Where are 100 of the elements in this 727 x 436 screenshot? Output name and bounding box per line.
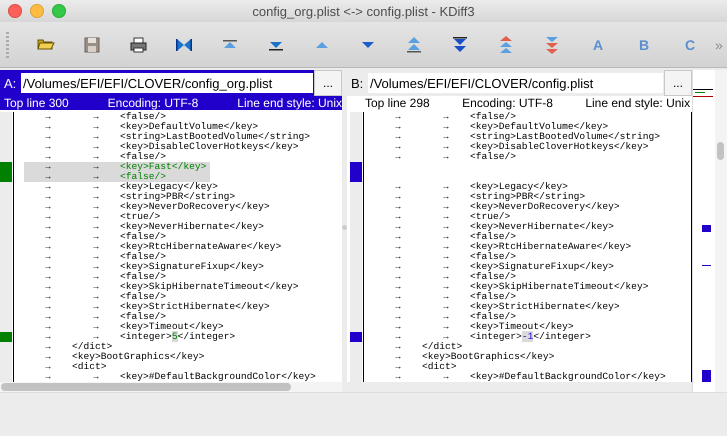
encoding-text: Encoding: UTF-8 [108, 96, 198, 110]
tab-marker: → [44, 142, 52, 152]
code-line: <false/> [120, 112, 166, 122]
close-button[interactable] [8, 4, 22, 18]
tab-marker: → [92, 302, 100, 312]
pane-label: A: [3, 76, 18, 90]
tab-marker: → [394, 322, 402, 332]
tab-marker: → [394, 252, 402, 262]
code-line: <string>PBR</string> [120, 192, 236, 202]
vertical-scrollbar[interactable] [715, 70, 727, 392]
pane-label: B: [350, 76, 364, 90]
tab-marker: → [394, 312, 402, 322]
tab-marker: → [394, 362, 402, 372]
tab-marker: → [442, 252, 450, 262]
code-line: <integer>-1</integer> [470, 332, 591, 342]
browse-button[interactable]: ... [664, 70, 692, 96]
tab-marker: → [44, 262, 52, 272]
tab-marker: → [394, 302, 402, 312]
tab-marker: → [44, 282, 52, 292]
tab-marker: → [92, 212, 100, 222]
code-line: <false/> [120, 172, 166, 182]
zoom-button[interactable] [52, 4, 66, 18]
encoding-text: Encoding: UTF-8 [462, 96, 553, 110]
code-line: <key>RtcHibernateAware</key> [120, 242, 282, 252]
tab-marker: → [394, 152, 402, 162]
tab-marker: → [92, 132, 100, 142]
tab-marker: → [44, 112, 52, 122]
line-end-text: Line end style: Unix [237, 96, 342, 110]
double-triangle-up-icon[interactable] [404, 34, 424, 54]
tab-marker: → [394, 352, 402, 362]
code-line: <false/> [470, 112, 516, 122]
tab-marker: → [92, 202, 100, 212]
tab-marker: → [394, 262, 402, 272]
tab-marker: → [44, 302, 52, 312]
tab-marker: → [44, 152, 52, 162]
toolbar-grip-icon[interactable] [6, 32, 9, 58]
tab-marker: → [92, 272, 100, 282]
tab-marker: → [394, 232, 402, 242]
tab-marker: → [44, 202, 52, 212]
tab-marker: → [442, 242, 450, 252]
tab-marker: → [92, 172, 100, 182]
tab-marker: → [394, 332, 402, 342]
code-line: </dict> [72, 342, 112, 352]
tab-marker: → [442, 222, 450, 232]
tab-marker: → [44, 352, 52, 362]
code-line: <key>#DefaultBackgroundColor</key> [120, 372, 316, 382]
tab-marker: → [442, 192, 450, 202]
double-triangle-down-icon[interactable] [450, 34, 470, 54]
tab-marker: → [442, 112, 450, 122]
tab-marker: → [394, 112, 402, 122]
tab-marker: → [394, 222, 402, 232]
tab-marker: → [92, 262, 100, 272]
tab-marker: → [44, 272, 52, 282]
tab-marker: → [394, 242, 402, 252]
path-field[interactable]: /Volumes/EFI/EFI/CLOVER/config.plist [368, 73, 663, 93]
tab-marker: → [44, 232, 52, 242]
tab-marker: → [92, 122, 100, 132]
code-line: <false/> [120, 272, 166, 282]
save-icon[interactable] [82, 34, 102, 54]
tab-marker: → [92, 222, 100, 232]
tab-marker: → [394, 142, 402, 152]
horizontal-scrollbar[interactable] [1, 383, 291, 392]
code-line: <true/> [120, 212, 160, 222]
tab-marker: → [92, 162, 100, 172]
tab-marker: → [442, 142, 450, 152]
browse-button[interactable]: ... [314, 70, 342, 96]
code-line: <false/> [120, 292, 166, 302]
tab-marker: → [92, 312, 100, 322]
tab-marker: → [44, 342, 52, 352]
tab-marker: → [92, 252, 100, 262]
path-field[interactable]: /Volumes/EFI/EFI/CLOVER/config_org.plist [21, 73, 313, 93]
tab-marker: → [394, 122, 402, 132]
code-line: <key>RtcHibernateAware</key> [470, 242, 632, 252]
printer-icon[interactable] [128, 34, 148, 54]
tab-marker: → [92, 142, 100, 152]
code-line: <key>Legacy</key> [470, 182, 568, 192]
tab-marker: → [394, 212, 402, 222]
code-line: <key>SkipHibernateTimeout</key> [120, 282, 298, 292]
top-line-text: Top line 298 [364, 96, 430, 110]
tab-marker: → [92, 292, 100, 302]
tab-marker: → [394, 192, 402, 202]
code-line: <false/> [470, 232, 516, 242]
code-line: <false/> [470, 152, 516, 162]
code-line: <key>NeverDoRecovery</key> [120, 202, 270, 212]
code-line: <false/> [470, 252, 516, 262]
tab-marker: → [442, 292, 450, 302]
tab-marker: → [442, 322, 450, 332]
tab-marker: → [92, 322, 100, 332]
tab-marker: → [442, 232, 450, 242]
tab-marker: → [92, 242, 100, 252]
tab-marker: → [44, 122, 52, 132]
tab-marker: → [442, 262, 450, 272]
tab-marker: → [442, 202, 450, 212]
top-line-text: Top line 300 [4, 96, 69, 110]
tab-marker: → [394, 132, 402, 142]
tab-marker: → [394, 202, 402, 212]
tab-marker: → [92, 182, 100, 192]
tab-marker: → [394, 292, 402, 302]
diff-overview-bar[interactable] [692, 70, 716, 392]
code-line: <false/> [120, 252, 166, 262]
